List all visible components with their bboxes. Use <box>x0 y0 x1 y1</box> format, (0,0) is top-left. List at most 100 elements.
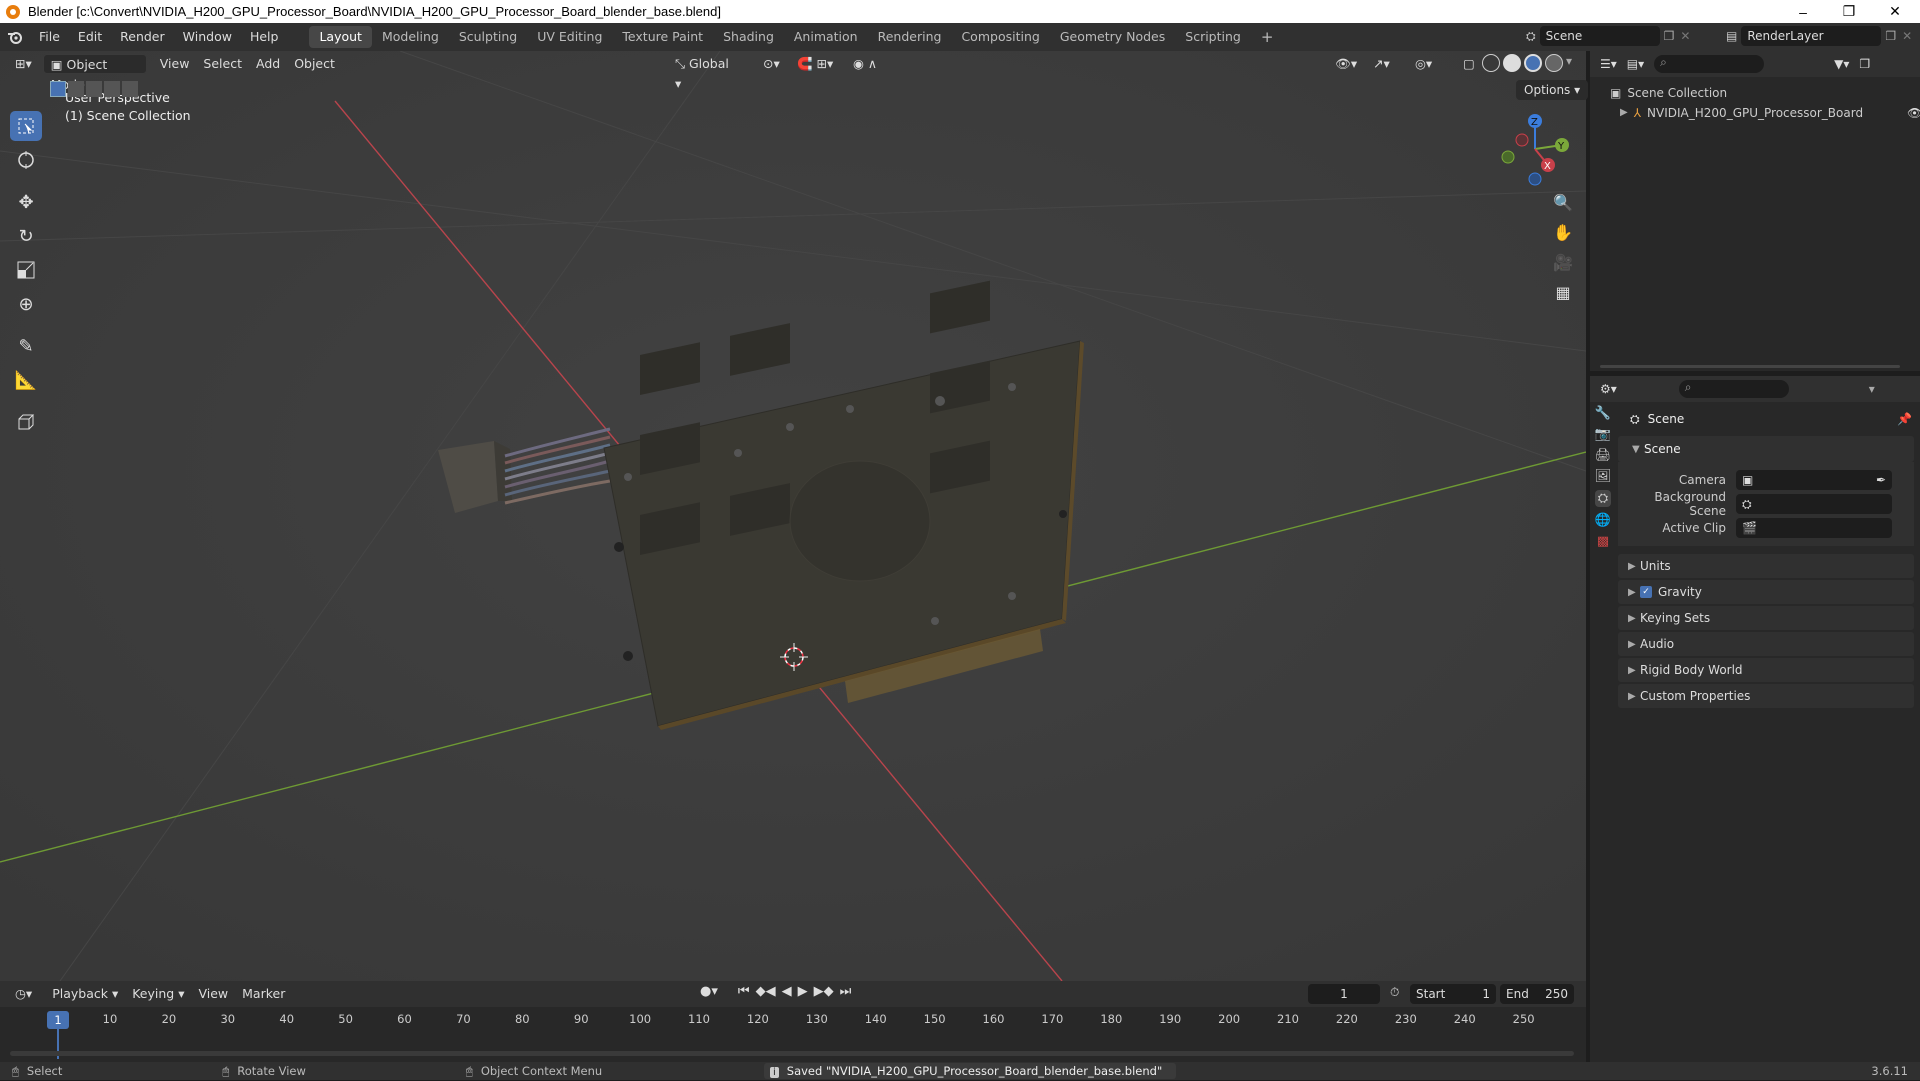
play-icon[interactable]: ▶ <box>798 984 808 999</box>
zoom-icon[interactable]: 🔍 <box>1550 189 1576 215</box>
tab-modeling[interactable]: Modeling <box>372 26 449 48</box>
mode-selector[interactable]: ▣ Object Mode ▾ <box>42 54 147 92</box>
tool-tab-icon[interactable]: 🔧 <box>1595 406 1611 421</box>
snap-icon[interactable]: 🧲 ⊞▾ <box>790 54 840 74</box>
start-frame-field[interactable]: Start 1 <box>1410 984 1496 1004</box>
visibility-eye-icon[interactable]: 👁 <box>1907 103 1920 123</box>
maximize-button[interactable]: ❐ <box>1826 0 1872 23</box>
pan-hand-icon[interactable]: ✋ <box>1550 219 1576 245</box>
new-collection-icon[interactable]: ❐ <box>1859 57 1870 71</box>
move-tool[interactable]: ✥ <box>10 187 42 217</box>
solid-shading-icon[interactable] <box>1503 54 1521 72</box>
wireframe-shading-icon[interactable] <box>1482 54 1500 72</box>
panel-rigid-body-world[interactable]: ▶ Rigid Body World <box>1618 658 1914 682</box>
end-frame-field[interactable]: End 250 <box>1500 984 1574 1004</box>
tab-scripting[interactable]: Scripting <box>1175 26 1251 48</box>
world-tab-icon[interactable]: 🌐 <box>1595 513 1611 528</box>
gizmo-toggle-icon[interactable]: ↗▾ <box>1366 54 1397 74</box>
tab-sculpting[interactable]: Sculpting <box>449 26 527 48</box>
renderlayer-selector[interactable]: ▤ RenderLayer ❐ ✕ <box>1726 26 1912 46</box>
render-tab-icon[interactable]: 📷 <box>1595 427 1611 442</box>
timeline-editor-icon[interactable]: ◷▾ <box>8 984 39 1004</box>
tab-geometry-nodes[interactable]: Geometry Nodes <box>1050 26 1175 48</box>
blender-menu-icon[interactable] <box>0 30 30 44</box>
select-subtract-icon[interactable] <box>86 81 102 97</box>
shading-options-icon[interactable]: ▾ <box>1566 54 1572 72</box>
xray-icon[interactable]: ▢ <box>1456 54 1482 74</box>
editor-type-icon[interactable]: ⊞▾ <box>8 54 39 74</box>
menu-view[interactable]: View <box>153 54 197 74</box>
filter-icon[interactable]: ▼▾ <box>1834 57 1849 71</box>
outliner-editor-icon[interactable]: ☰▾ <box>1600 57 1617 71</box>
expand-arrow-icon[interactable]: ▶ <box>1620 103 1628 123</box>
scene-collection-row[interactable]: ▣ Scene Collection <box>1610 83 1920 103</box>
properties-search-input[interactable]: ⌕ <box>1678 380 1789 398</box>
next-keyframe-icon[interactable]: ▶◆ <box>814 984 834 999</box>
output-tab-icon[interactable]: 🖨 <box>1595 448 1612 463</box>
visibility-icon[interactable]: 👁▾ <box>1328 54 1364 74</box>
measure-tool[interactable]: 📐 <box>10 365 42 395</box>
view-layer-tab-icon[interactable]: 🖼 <box>1595 469 1612 484</box>
menu-timeline-view[interactable]: View <box>191 984 235 1004</box>
jump-end-icon[interactable]: ⏭ <box>840 984 852 999</box>
menu-object[interactable]: Object <box>287 54 342 74</box>
properties-editor-icon[interactable]: ⚙▾ <box>1600 382 1617 396</box>
scene-name-field[interactable]: Scene <box>1539 26 1660 46</box>
scene-selector[interactable]: ⛭ Scene ❐ ✕ <box>1526 26 1690 46</box>
camera-field[interactable]: ▣ ✒ <box>1736 470 1892 490</box>
annotate-tool[interactable]: ✎ <box>10 331 42 361</box>
current-frame-field[interactable]: 1 <box>1308 984 1380 1004</box>
menu-file[interactable]: File <box>30 26 69 48</box>
select-invert-icon[interactable] <box>104 81 120 97</box>
scene-tab-icon[interactable]: ⛭ <box>1594 490 1612 507</box>
navigation-gizmo[interactable]: Z Y X <box>1490 109 1580 189</box>
select-intersect-icon[interactable] <box>122 81 138 97</box>
minimize-button[interactable]: – <box>1780 0 1826 23</box>
tab-shading[interactable]: Shading <box>713 26 784 48</box>
menu-render[interactable]: Render <box>111 26 174 48</box>
outliner-object-row[interactable]: ▶ ⅄ NVIDIA_H200_GPU_Processor_Board 👁 📷 <box>1610 103 1920 123</box>
prev-keyframe-icon[interactable]: ◆◀ <box>756 984 776 999</box>
tab-texture-paint[interactable]: Texture Paint <box>612 26 713 48</box>
new-scene-icon[interactable]: ❐ <box>1664 29 1675 43</box>
select-extend-icon[interactable] <box>68 81 84 97</box>
options-button[interactable]: Options ▾ <box>1516 80 1589 100</box>
ortho-grid-icon[interactable]: ▦ <box>1550 279 1576 305</box>
scale-tool[interactable] <box>10 255 42 285</box>
cursor-tool[interactable] <box>10 145 42 175</box>
new-renderlayer-icon[interactable]: ❐ <box>1885 29 1896 43</box>
scene-section-header[interactable]: ▼ Scene <box>1618 436 1914 462</box>
camera-view-icon[interactable]: 🎥 <box>1550 249 1576 275</box>
proportional-edit-icon[interactable]: ◉ ∧ <box>846 54 884 74</box>
close-button[interactable]: ✕ <box>1872 0 1918 23</box>
menu-help[interactable]: Help <box>241 26 288 48</box>
panel-keying-sets[interactable]: ▶ Keying Sets <box>1618 606 1914 630</box>
tab-uv-editing[interactable]: UV Editing <box>527 26 612 48</box>
menu-edit[interactable]: Edit <box>69 26 111 48</box>
menu-select[interactable]: Select <box>196 54 249 74</box>
preview-range-icon[interactable]: ⏱ <box>1390 985 1399 1000</box>
jump-start-icon[interactable]: ⏮ <box>738 984 750 999</box>
material-shading-icon[interactable] <box>1524 54 1542 72</box>
menu-keying[interactable]: Keying ▾ <box>125 984 191 1004</box>
display-mode-icon[interactable]: ▤▾ <box>1627 57 1644 71</box>
record-icon[interactable]: ●▾ <box>700 984 718 999</box>
orientation-selector[interactable]: ⤡ Global ▾ <box>668 54 744 91</box>
delete-scene-icon[interactable]: ✕ <box>1680 29 1690 43</box>
panel-units[interactable]: ▶ Units <box>1618 554 1914 578</box>
tab-animation[interactable]: Animation <box>784 26 868 48</box>
menu-marker[interactable]: Marker <box>235 984 292 1004</box>
menu-playback[interactable]: Playback ▾ <box>45 984 125 1004</box>
select-box-tool[interactable] <box>10 111 42 141</box>
renderlayer-name-field[interactable]: RenderLayer <box>1741 26 1882 46</box>
pivot-icon[interactable]: ⊙▾ <box>756 54 787 74</box>
play-reverse-icon[interactable]: ◀ <box>782 984 792 999</box>
delete-renderlayer-icon[interactable]: ✕ <box>1902 29 1912 43</box>
background-scene-field[interactable]: ⛭ <box>1736 494 1892 514</box>
pin-icon[interactable]: 📌 <box>1897 412 1912 426</box>
panel-gravity[interactable]: ▶ ✓ Gravity <box>1618 580 1914 604</box>
select-new-icon[interactable] <box>50 81 66 97</box>
tab-rendering[interactable]: Rendering <box>868 26 952 48</box>
gravity-checkbox[interactable]: ✓ <box>1640 586 1652 598</box>
outliner-scrollbar[interactable] <box>1600 365 1900 368</box>
